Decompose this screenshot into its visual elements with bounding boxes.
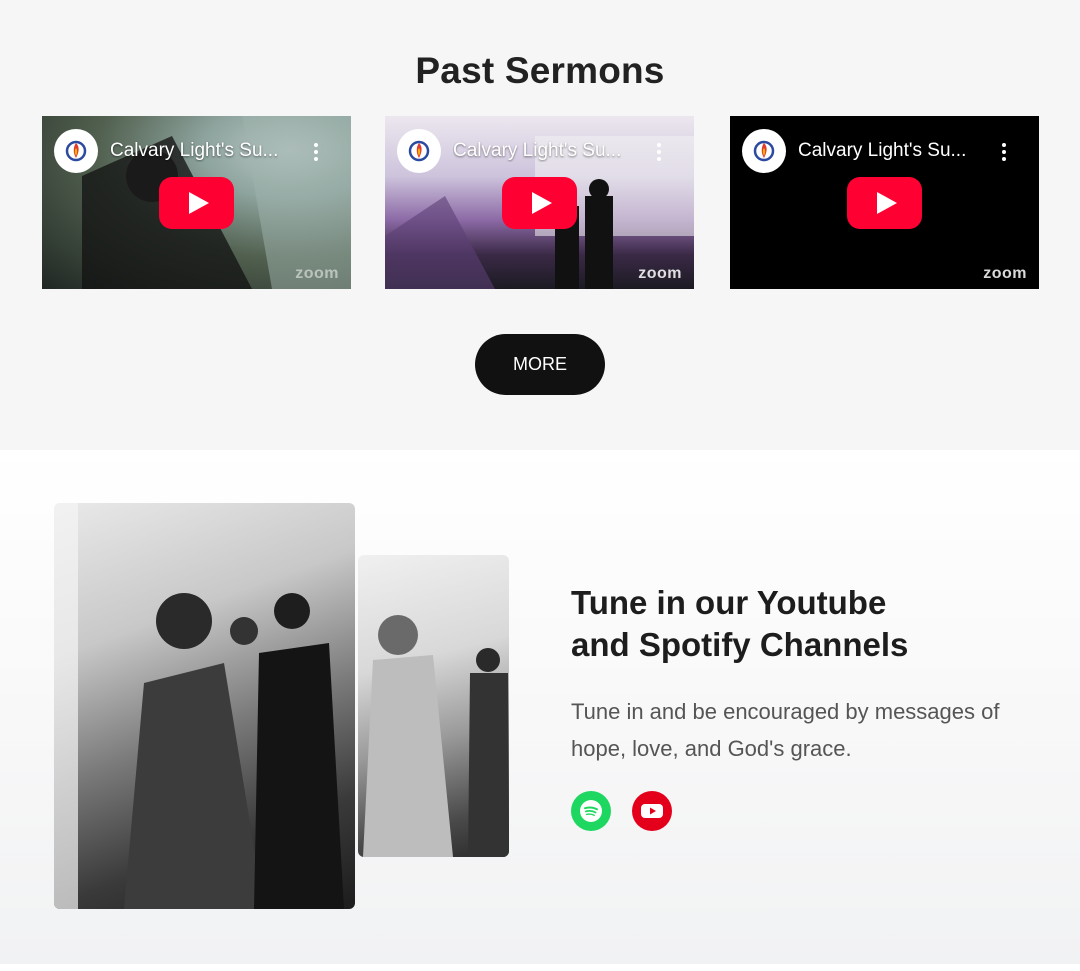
channel-logo-icon[interactable] — [742, 129, 786, 173]
section-title: Past Sermons — [415, 50, 665, 91]
tune-heading-line1: Tune in our Youtube — [571, 584, 887, 621]
tune-heading-line2: and Spotify Channels — [571, 626, 909, 663]
video-header: Calvary Light's Su... — [742, 129, 1009, 173]
play-button-icon[interactable] — [847, 177, 922, 229]
play-button-icon[interactable] — [502, 177, 577, 229]
channel-logo-icon[interactable] — [397, 129, 441, 173]
more-options-icon[interactable] — [656, 143, 662, 161]
video-header: Calvary Light's Su... — [397, 129, 664, 173]
zoom-watermark: zoom — [983, 265, 1027, 282]
spotify-icon — [580, 800, 602, 822]
tune-heading: Tune in our Youtube and Spotify Channels — [571, 582, 908, 666]
worship-photo-secondary — [358, 555, 509, 857]
channel-logo-icon[interactable] — [54, 129, 98, 173]
tune-description: Tune in and be encouraged by messages of… — [571, 699, 1000, 761]
past-sermons-section: Past Sermons Calvary Light's Su... zoom — [0, 0, 1080, 450]
video-header: Calvary Light's Su... — [54, 129, 321, 173]
zoom-watermark: zoom — [638, 265, 682, 282]
video-title[interactable]: Calvary Light's Su... — [798, 140, 966, 162]
zoom-watermark: zoom — [295, 265, 339, 282]
more-options-icon[interactable] — [1001, 143, 1007, 161]
spotify-link[interactable] — [571, 791, 611, 831]
more-options-icon[interactable] — [313, 143, 319, 161]
tune-in-section: Tune in our Youtube and Spotify Channels… — [0, 450, 1080, 964]
video-embed-1[interactable]: Calvary Light's Su... zoom — [42, 116, 351, 289]
footer-divider — [0, 964, 1080, 971]
play-button-icon[interactable] — [159, 177, 234, 229]
youtube-link[interactable] — [632, 791, 672, 831]
video-embed-2[interactable]: Calvary Light's Su... zoom — [385, 116, 694, 289]
worship-photo-main — [54, 503, 355, 909]
video-title[interactable]: Calvary Light's Su... — [110, 140, 278, 162]
video-title[interactable]: Calvary Light's Su... — [453, 140, 621, 162]
video-embed-3[interactable]: Calvary Light's Su... zoom — [730, 116, 1039, 289]
more-button[interactable]: MORE — [475, 334, 605, 395]
youtube-icon — [641, 804, 663, 818]
